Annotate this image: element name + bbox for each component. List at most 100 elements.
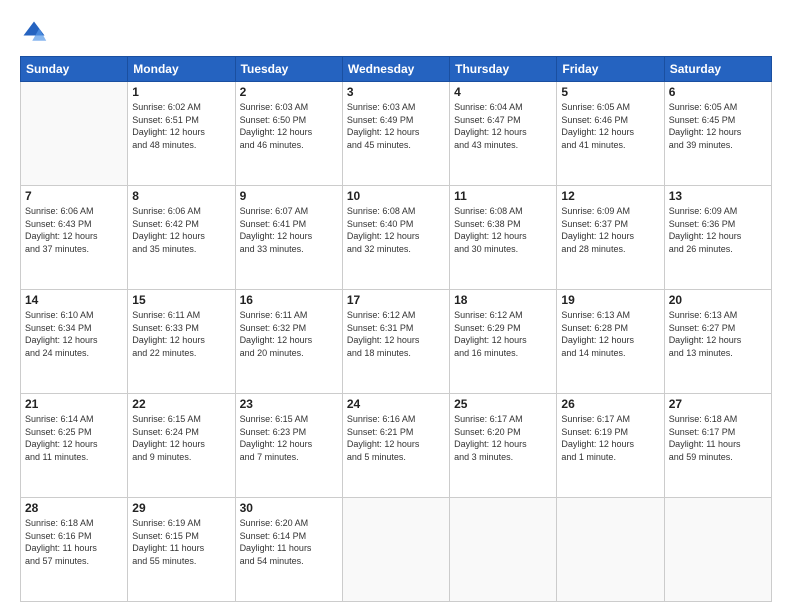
day-number: 13: [669, 189, 767, 203]
header-row: SundayMondayTuesdayWednesdayThursdayFrid…: [21, 57, 772, 82]
calendar-cell: 29 Sunrise: 6:19 AM Sunset: 6:15 PM Dayli…: [128, 498, 235, 602]
day-info: Sunrise: 6:07 AM Sunset: 6:41 PM Dayligh…: [240, 205, 338, 255]
calendar-cell: 1 Sunrise: 6:02 AM Sunset: 6:51 PM Daylig…: [128, 82, 235, 186]
day-info: Sunrise: 6:03 AM Sunset: 6:49 PM Dayligh…: [347, 101, 445, 151]
day-number: 19: [561, 293, 659, 307]
header-cell-saturday: Saturday: [664, 57, 771, 82]
day-number: 3: [347, 85, 445, 99]
day-info: Sunrise: 6:15 AM Sunset: 6:23 PM Dayligh…: [240, 413, 338, 463]
day-info: Sunrise: 6:09 AM Sunset: 6:37 PM Dayligh…: [561, 205, 659, 255]
header-cell-thursday: Thursday: [450, 57, 557, 82]
day-info: Sunrise: 6:16 AM Sunset: 6:21 PM Dayligh…: [347, 413, 445, 463]
day-number: 14: [25, 293, 123, 307]
day-number: 8: [132, 189, 230, 203]
day-number: 27: [669, 397, 767, 411]
day-number: 20: [669, 293, 767, 307]
day-info: Sunrise: 6:04 AM Sunset: 6:47 PM Dayligh…: [454, 101, 552, 151]
header-cell-tuesday: Tuesday: [235, 57, 342, 82]
day-info: Sunrise: 6:05 AM Sunset: 6:46 PM Dayligh…: [561, 101, 659, 151]
day-info: Sunrise: 6:11 AM Sunset: 6:32 PM Dayligh…: [240, 309, 338, 359]
calendar-cell: 4 Sunrise: 6:04 AM Sunset: 6:47 PM Daylig…: [450, 82, 557, 186]
day-info: Sunrise: 6:11 AM Sunset: 6:33 PM Dayligh…: [132, 309, 230, 359]
day-info: Sunrise: 6:06 AM Sunset: 6:43 PM Dayligh…: [25, 205, 123, 255]
day-info: Sunrise: 6:17 AM Sunset: 6:19 PM Dayligh…: [561, 413, 659, 463]
day-info: Sunrise: 6:18 AM Sunset: 6:16 PM Dayligh…: [25, 517, 123, 567]
calendar-cell: 2 Sunrise: 6:03 AM Sunset: 6:50 PM Daylig…: [235, 82, 342, 186]
calendar-cell: 30 Sunrise: 6:20 AM Sunset: 6:14 PM Dayli…: [235, 498, 342, 602]
calendar-cell: 7 Sunrise: 6:06 AM Sunset: 6:43 PM Daylig…: [21, 186, 128, 290]
logo: [20, 18, 52, 46]
day-number: 15: [132, 293, 230, 307]
day-info: Sunrise: 6:13 AM Sunset: 6:27 PM Dayligh…: [669, 309, 767, 359]
header-cell-sunday: Sunday: [21, 57, 128, 82]
day-number: 22: [132, 397, 230, 411]
calendar-cell: [21, 82, 128, 186]
calendar-cell: [342, 498, 449, 602]
week-row-3: 14 Sunrise: 6:10 AM Sunset: 6:34 PM Dayli…: [21, 290, 772, 394]
calendar-cell: 13 Sunrise: 6:09 AM Sunset: 6:36 PM Dayli…: [664, 186, 771, 290]
day-info: Sunrise: 6:14 AM Sunset: 6:25 PM Dayligh…: [25, 413, 123, 463]
day-number: 28: [25, 501, 123, 515]
day-number: 21: [25, 397, 123, 411]
day-number: 10: [347, 189, 445, 203]
day-number: 1: [132, 85, 230, 99]
calendar-cell: 27 Sunrise: 6:18 AM Sunset: 6:17 PM Dayli…: [664, 394, 771, 498]
day-number: 5: [561, 85, 659, 99]
calendar-cell: 28 Sunrise: 6:18 AM Sunset: 6:16 PM Dayli…: [21, 498, 128, 602]
day-info: Sunrise: 6:15 AM Sunset: 6:24 PM Dayligh…: [132, 413, 230, 463]
calendar-cell: 25 Sunrise: 6:17 AM Sunset: 6:20 PM Dayli…: [450, 394, 557, 498]
day-number: 16: [240, 293, 338, 307]
day-number: 26: [561, 397, 659, 411]
day-number: 4: [454, 85, 552, 99]
calendar-cell: 6Sunrise: 6:05 AM Sunset: 6:45 PM Daylig…: [664, 82, 771, 186]
calendar-cell: 8 Sunrise: 6:06 AM Sunset: 6:42 PM Daylig…: [128, 186, 235, 290]
day-info: Sunrise: 6:12 AM Sunset: 6:29 PM Dayligh…: [454, 309, 552, 359]
day-number: 30: [240, 501, 338, 515]
day-info: Sunrise: 6:09 AM Sunset: 6:36 PM Dayligh…: [669, 205, 767, 255]
calendar-cell: 16 Sunrise: 6:11 AM Sunset: 6:32 PM Dayli…: [235, 290, 342, 394]
header-cell-wednesday: Wednesday: [342, 57, 449, 82]
week-row-5: 28 Sunrise: 6:18 AM Sunset: 6:16 PM Dayli…: [21, 498, 772, 602]
day-info: Sunrise: 6:03 AM Sunset: 6:50 PM Dayligh…: [240, 101, 338, 151]
day-number: 23: [240, 397, 338, 411]
day-info: Sunrise: 6:05 AM Sunset: 6:45 PM Dayligh…: [669, 101, 767, 151]
calendar-cell: 15 Sunrise: 6:11 AM Sunset: 6:33 PM Dayli…: [128, 290, 235, 394]
day-number: 29: [132, 501, 230, 515]
calendar-cell: 9 Sunrise: 6:07 AM Sunset: 6:41 PM Daylig…: [235, 186, 342, 290]
logo-icon: [20, 18, 48, 46]
calendar-cell: [450, 498, 557, 602]
day-number: 17: [347, 293, 445, 307]
week-row-4: 21 Sunrise: 6:14 AM Sunset: 6:25 PM Dayli…: [21, 394, 772, 498]
day-info: Sunrise: 6:12 AM Sunset: 6:31 PM Dayligh…: [347, 309, 445, 359]
day-info: Sunrise: 6:18 AM Sunset: 6:17 PM Dayligh…: [669, 413, 767, 463]
header-cell-monday: Monday: [128, 57, 235, 82]
calendar-cell: [664, 498, 771, 602]
day-info: Sunrise: 6:19 AM Sunset: 6:15 PM Dayligh…: [132, 517, 230, 567]
calendar-cell: 23 Sunrise: 6:15 AM Sunset: 6:23 PM Dayli…: [235, 394, 342, 498]
day-number: 11: [454, 189, 552, 203]
day-info: Sunrise: 6:13 AM Sunset: 6:28 PM Dayligh…: [561, 309, 659, 359]
day-number: 7: [25, 189, 123, 203]
calendar-table: SundayMondayTuesdayWednesdayThursdayFrid…: [20, 56, 772, 602]
calendar-cell: 21 Sunrise: 6:14 AM Sunset: 6:25 PM Dayli…: [21, 394, 128, 498]
day-number: 25: [454, 397, 552, 411]
calendar-cell: 11 Sunrise: 6:08 AM Sunset: 6:38 PM Dayli…: [450, 186, 557, 290]
day-number: 12: [561, 189, 659, 203]
calendar-cell: 22 Sunrise: 6:15 AM Sunset: 6:24 PM Dayli…: [128, 394, 235, 498]
day-info: Sunrise: 6:08 AM Sunset: 6:38 PM Dayligh…: [454, 205, 552, 255]
day-info: Sunrise: 6:06 AM Sunset: 6:42 PM Dayligh…: [132, 205, 230, 255]
calendar-cell: 12 Sunrise: 6:09 AM Sunset: 6:37 PM Dayli…: [557, 186, 664, 290]
calendar-cell: [557, 498, 664, 602]
day-info: Sunrise: 6:20 AM Sunset: 6:14 PM Dayligh…: [240, 517, 338, 567]
page: SundayMondayTuesdayWednesdayThursdayFrid…: [0, 0, 792, 612]
calendar-cell: 24Sunrise: 6:16 AM Sunset: 6:21 PM Dayli…: [342, 394, 449, 498]
day-info: Sunrise: 6:02 AM Sunset: 6:51 PM Dayligh…: [132, 101, 230, 151]
header: [20, 18, 772, 46]
day-info: Sunrise: 6:08 AM Sunset: 6:40 PM Dayligh…: [347, 205, 445, 255]
day-number: 2: [240, 85, 338, 99]
day-info: Sunrise: 6:10 AM Sunset: 6:34 PM Dayligh…: [25, 309, 123, 359]
calendar-cell: 19 Sunrise: 6:13 AM Sunset: 6:28 PM Dayli…: [557, 290, 664, 394]
calendar-cell: 5 Sunrise: 6:05 AM Sunset: 6:46 PM Daylig…: [557, 82, 664, 186]
day-info: Sunrise: 6:17 AM Sunset: 6:20 PM Dayligh…: [454, 413, 552, 463]
day-number: 9: [240, 189, 338, 203]
